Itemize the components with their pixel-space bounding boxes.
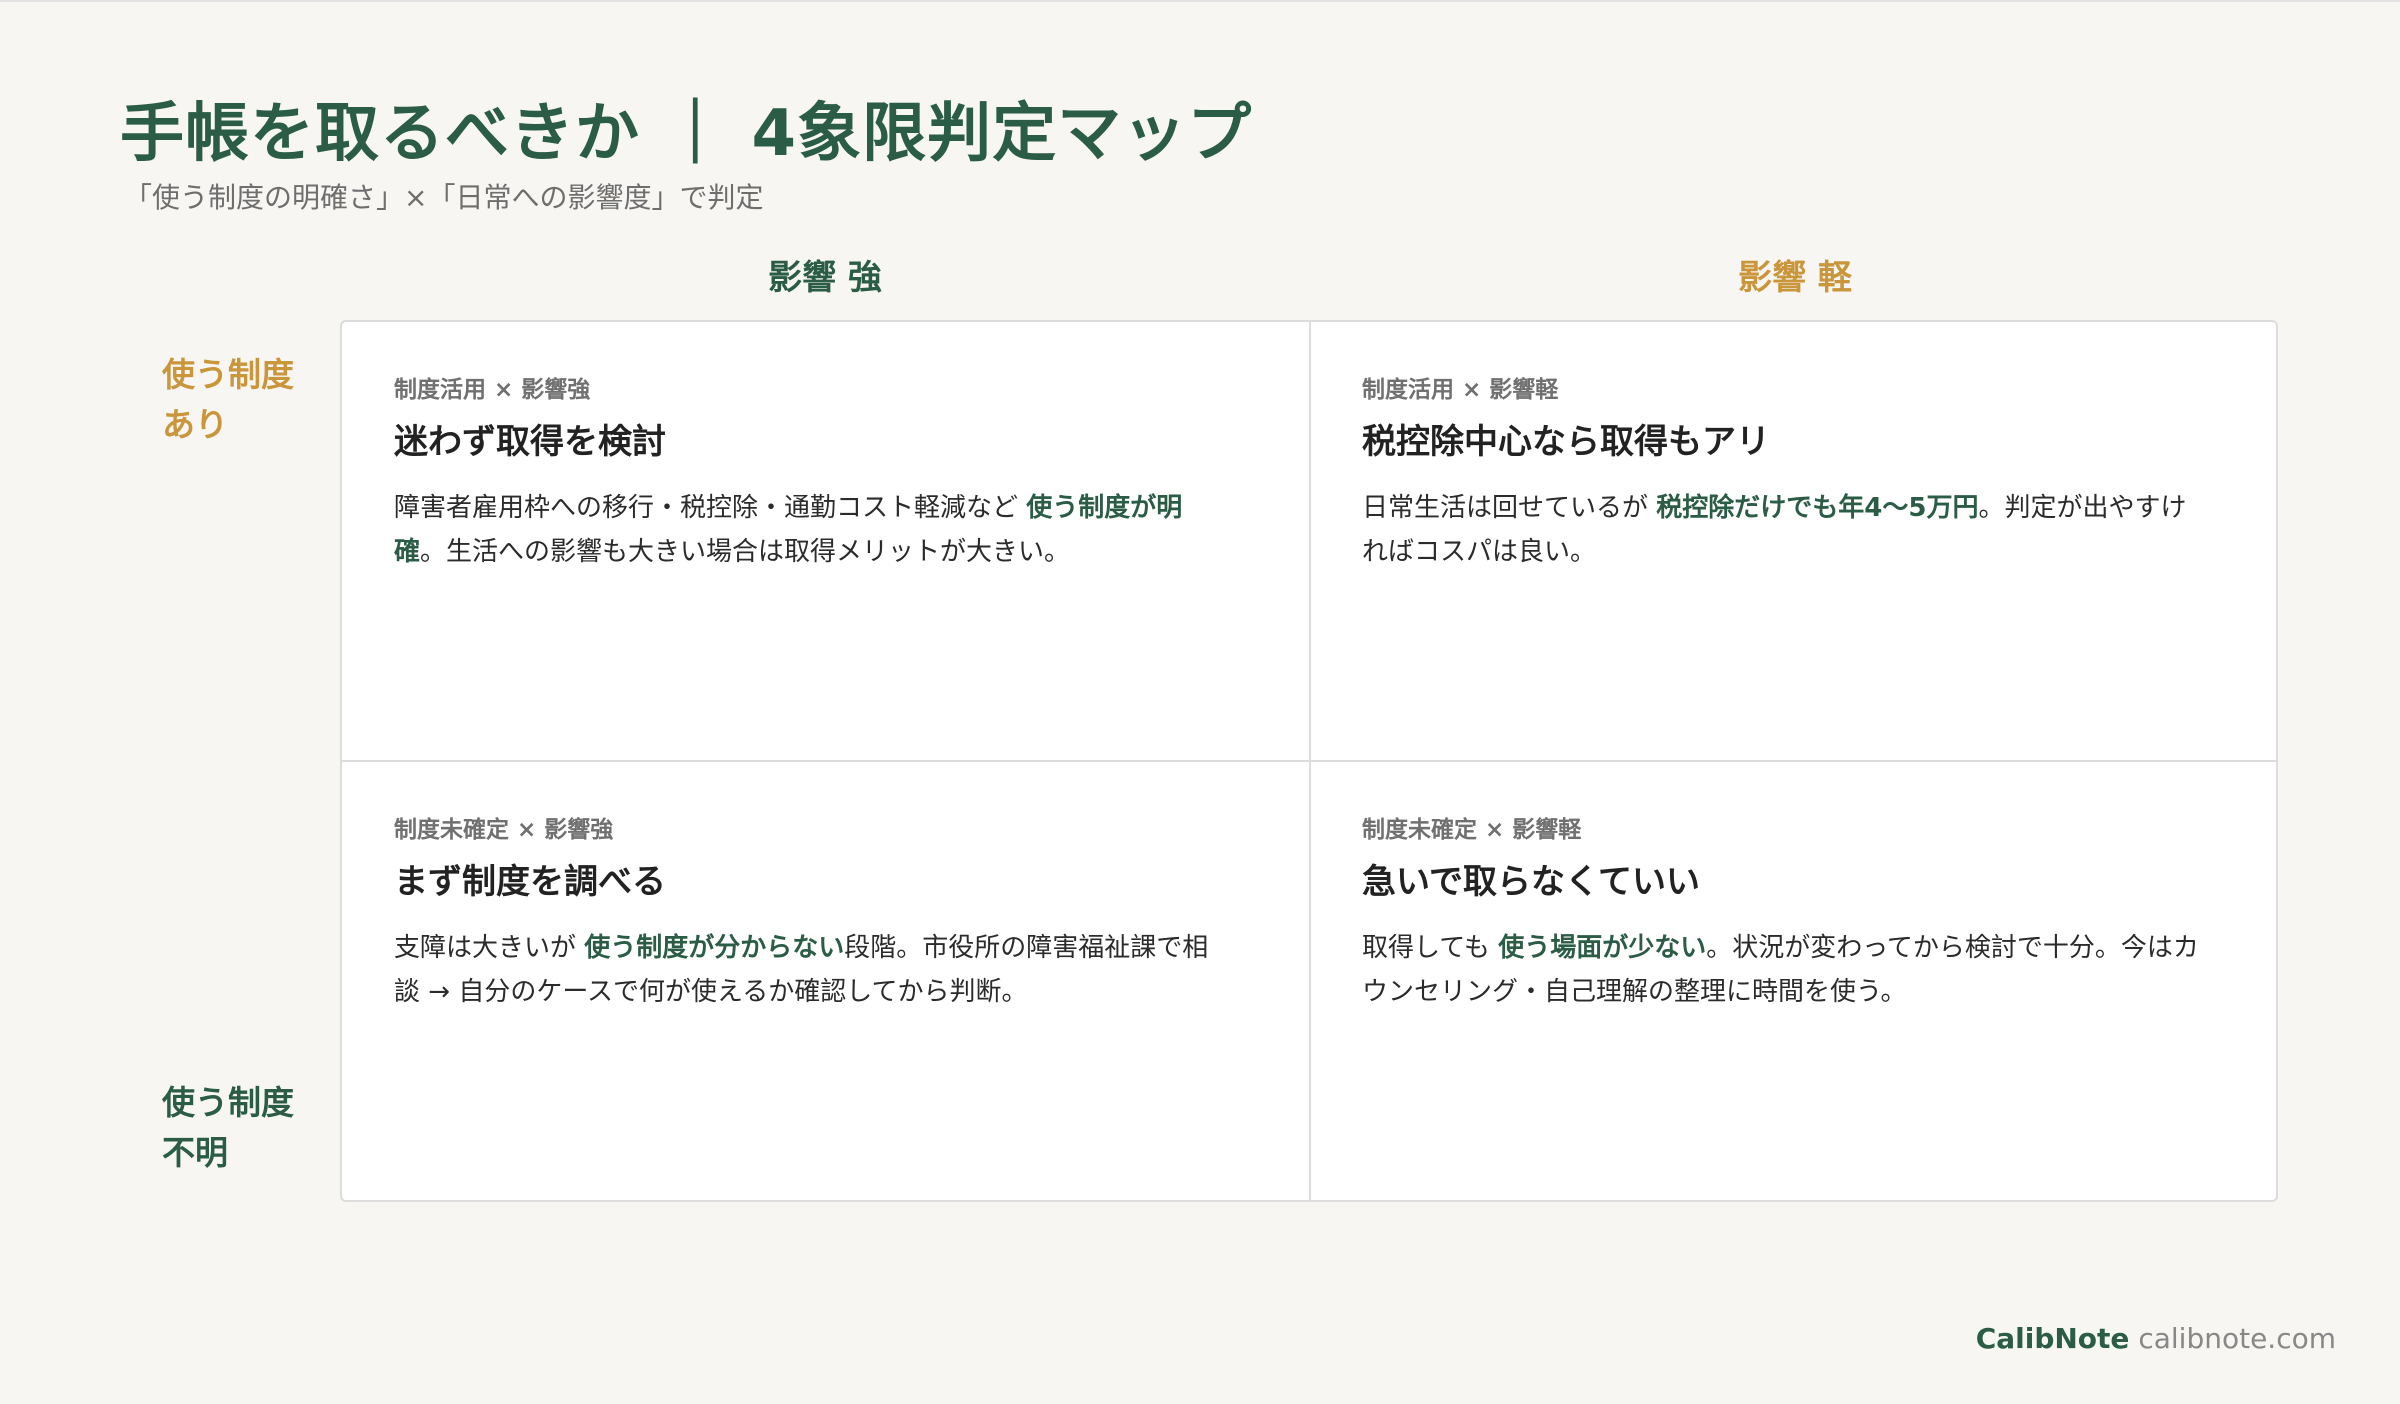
body-text: 取得しても — [1362, 933, 1499, 963]
body-text: 支障は大きいが — [394, 933, 585, 963]
body-highlight: 使う制度が分からない — [584, 933, 845, 963]
grid-horizontal-divider — [342, 760, 2276, 762]
row-header-line: 使う制度 — [162, 1083, 294, 1122]
quadrant-heading: まず制度を調べる — [394, 862, 666, 902]
quadrant-heading: 急いで取らなくていい — [1362, 862, 1700, 902]
quadrant-heading: 税控除中心なら取得もアリ — [1362, 422, 1770, 462]
row-header-system-unknown: 使う制度 不明 — [162, 1078, 312, 1178]
quadrant-tag: 制度活用 × 影響軽 — [1362, 377, 1559, 403]
quadrant-body: 支障は大きいが 使う制度が分からない段階。市役所の障害福祉課で相談 → 自分のケ… — [394, 926, 1234, 1014]
row-header-line: あり — [162, 405, 228, 444]
column-header-light: 影響 軽 — [1738, 258, 1852, 298]
row-header-line: 不明 — [162, 1133, 228, 1172]
body-highlight: 税控除だけでも年4〜5万円 — [1656, 493, 1979, 523]
footer-domain: calibnote.com — [2138, 1322, 2336, 1355]
quadrant-top-right: 制度活用 × 影響軽 税控除中心なら取得もアリ 日常生活は回せているが 税控除だ… — [1362, 370, 2222, 574]
quadrant-body: 日常生活は回せているが 税控除だけでも年4〜5万円。判定が出やすければコスパは良… — [1362, 486, 2202, 574]
row-header-system-yes: 使う制度 あり — [162, 350, 312, 450]
page-title: 手帳を取るべきか ｜ 4象限判定マップ — [120, 97, 1253, 171]
quadrant-tag: 制度未確定 × 影響軽 — [1362, 817, 1582, 843]
body-text: 日常生活は回せているが — [1362, 493, 1657, 523]
body-highlight: 使う場面が少ない — [1498, 933, 1707, 963]
footer-credit: CalibNote calibnote.com — [1976, 1322, 2336, 1355]
quadrant-body: 取得しても 使う場面が少ない。状況が変わってから検討で十分。今はカウンセリング・… — [1362, 926, 2202, 1014]
row-header-line: 使う制度 — [162, 355, 294, 394]
quadrant-body: 障害者雇用枠への移行・税控除・通勤コスト軽減など 使う制度が明確。生活への影響も… — [394, 486, 1234, 574]
quadrant-grid: 制度活用 × 影響強 迷わず取得を検討 障害者雇用枠への移行・税控除・通勤コスト… — [340, 320, 2278, 1202]
page-subtitle: 「使う制度の明確さ」×「日常への影響度」で判定 — [124, 181, 764, 214]
footer-brand: CalibNote — [1975, 1322, 2130, 1355]
quadrant-bottom-right: 制度未確定 × 影響軽 急いで取らなくていい 取得しても 使う場面が少ない。状況… — [1362, 810, 2222, 1014]
quadrant-heading: 迷わず取得を検討 — [394, 422, 666, 462]
quadrant-top-left: 制度活用 × 影響強 迷わず取得を検討 障害者雇用枠への移行・税控除・通勤コスト… — [394, 370, 1254, 574]
quadrant-tag: 制度未確定 × 影響強 — [394, 817, 614, 843]
top-divider — [0, 0, 2400, 2]
body-text: 障害者雇用枠への移行・税控除・通勤コスト軽減など — [394, 493, 1027, 523]
column-header-strong: 影響 強 — [768, 258, 882, 298]
body-text: 。生活への影響も大きい場合は取得メリットが大きい。 — [420, 537, 1071, 567]
quadrant-tag: 制度活用 × 影響強 — [394, 377, 591, 403]
quadrant-bottom-left: 制度未確定 × 影響強 まず制度を調べる 支障は大きいが 使う制度が分からない段… — [394, 810, 1254, 1014]
